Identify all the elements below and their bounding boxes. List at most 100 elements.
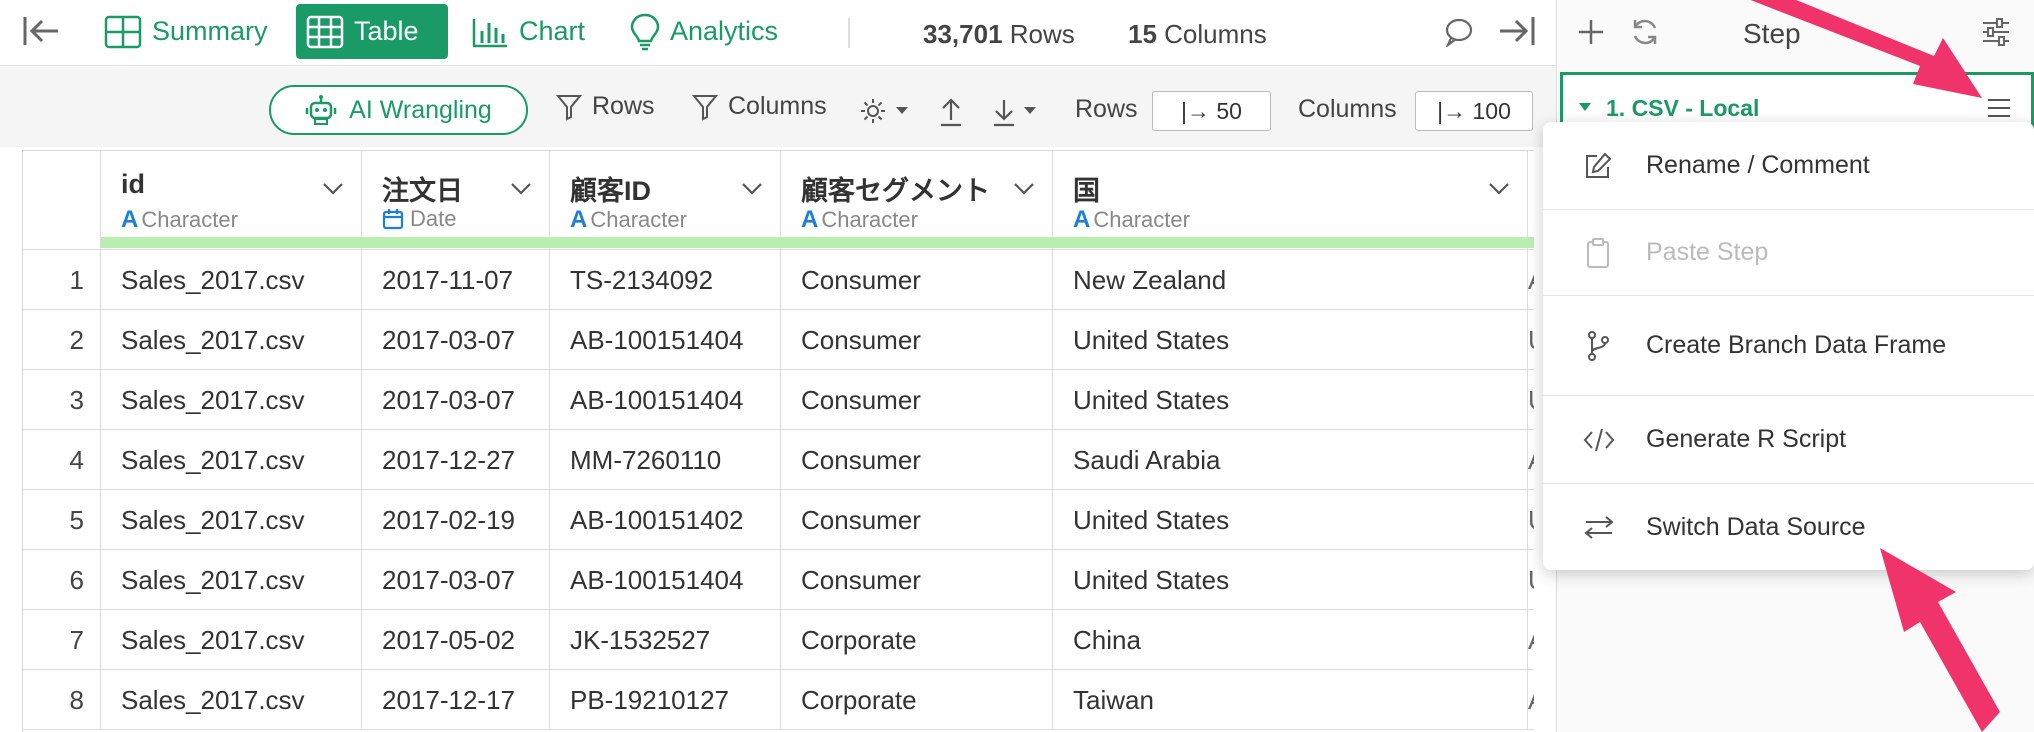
refresh-icon[interactable] [1629,16,1661,53]
table-row[interactable]: 5 Sales_2017.csv 2017-02-19 AB-100151402 Con… [23,490,1534,550]
caret-down-icon[interactable] [1578,100,1592,118]
comment-icon[interactable] [1444,17,1474,52]
table-cell[interactable]: Consumer [781,490,1053,550]
columns-filter-button[interactable]: Columns [692,92,827,121]
table-cell[interactable]: A [1528,610,1534,670]
table-cell[interactable]: AB-100151404 [550,310,781,370]
table-cell[interactable]: United States [1053,370,1528,430]
table-row[interactable]: 7 Sales_2017.csv 2017-05-02 JK-1532527 Corpo… [23,610,1534,670]
table-cell[interactable]: PB-19210127 [550,670,781,730]
menu-item-paste-step[interactable]: Paste Step [1543,210,2034,296]
table-row[interactable]: 1 Sales_2017.csv 2017-11-07 TS-2134092 Consu… [23,250,1534,310]
chevron-down-icon[interactable] [509,181,533,197]
table-cell[interactable]: Sales_2017.csv [101,310,362,370]
table-cell[interactable]: Sales_2017.csv [101,370,362,430]
table-cell[interactable]: JK-1532527 [550,610,781,670]
add-step-icon[interactable] [1575,16,1607,53]
table-cell[interactable]: 2017-03-07 [362,550,550,610]
table-cell[interactable]: Consumer [781,430,1053,490]
table-cell[interactable]: AB-100151404 [550,370,781,430]
table-cell[interactable]: Consumer [781,550,1053,610]
table-row[interactable]: 2 Sales_2017.csv 2017-03-07 AB-100151404 Con… [23,310,1534,370]
table-row[interactable]: 4 Sales_2017.csv 2017-12-27 MM-7260110 Consu… [23,430,1534,490]
tab-table[interactable]: Table [296,4,448,59]
table-cell[interactable]: Sales_2017.csv [101,550,362,610]
table-row[interactable]: 6 Sales_2017.csv 2017-03-07 AB-100151404 Con… [23,550,1534,610]
rows-filter-button[interactable]: Rows [556,92,655,121]
download-dropdown[interactable] [992,97,1040,132]
menu-item-generate-r-script[interactable]: Generate R Script [1543,396,2034,484]
lightbulb-icon [630,13,660,50]
rows-limit-input[interactable]: |→ 50 [1152,91,1271,131]
table-cell[interactable]: 2017-03-07 [362,310,550,370]
table-cell[interactable]: AB-100151404 [550,550,781,610]
table-cell[interactable]: MM-7260110 [550,430,781,490]
upload-icon[interactable] [939,97,963,132]
table-cell[interactable]: U [1528,550,1534,610]
character-type-icon: A [570,206,588,233]
table-cell[interactable]: 2017-12-27 [362,430,550,490]
table-cell[interactable]: New Zealand [1053,250,1528,310]
table-cell[interactable]: A [1528,430,1534,490]
menu-item-create-branch[interactable]: Create Branch Data Frame [1543,296,2034,396]
column-header[interactable]: 国 A Character [1053,151,1528,250]
table-cell[interactable]: Sales_2017.csv [101,430,362,490]
table-cell[interactable]: Consumer [781,250,1053,310]
table-cell[interactable]: Saudi Arabia [1053,430,1528,490]
table-cell[interactable]: AB-100151402 [550,490,781,550]
table-cell[interactable]: United States [1053,490,1528,550]
ai-wrangling-label: AI Wrangling [349,95,492,124]
table-cell[interactable]: Sales_2017.csv [101,490,362,550]
table-cell[interactable]: Corporate [781,670,1053,730]
table-cell[interactable]: U [1528,310,1534,370]
table-cell[interactable]: Corporate [781,610,1053,670]
table-cell[interactable]: Sales_2017.csv [101,610,362,670]
settings-dropdown[interactable] [860,97,916,132]
table-cell[interactable]: United States [1053,550,1528,610]
table-cell[interactable]: 2017-02-19 [362,490,550,550]
table-cell[interactable]: Taiwan [1053,670,1528,730]
table-cell[interactable]: China [1053,610,1528,670]
column-header[interactable]: id A Character [101,151,362,250]
column-header[interactable]: 注文日 Date [362,151,550,250]
table-cell[interactable]: 2017-12-17 [362,670,550,730]
row-index: 5 [23,490,101,550]
menu-item-rename-comment[interactable]: Rename / Comment [1543,122,2034,210]
tab-summary-label: Summary [152,16,268,46]
table-cell[interactable]: Sales_2017.csv [101,670,362,730]
table-cell[interactable]: Sales_2017.csv [101,250,362,310]
tab-chart[interactable]: Chart [461,4,595,59]
ai-wrangling-button[interactable]: AI Wrangling [269,85,528,135]
chevron-down-icon[interactable] [1012,181,1036,197]
table-cell[interactable]: United States [1053,310,1528,370]
column-header[interactable]: 顧客セグメント A Character [781,151,1053,250]
tab-summary[interactable]: Summary [94,4,278,59]
columns-limit-input[interactable]: |→ 100 [1415,91,1533,131]
collapse-left-icon[interactable] [22,14,60,53]
column-name: 顧客ID [570,176,651,206]
table-icon [306,15,344,48]
table-cell[interactable]: A [1528,250,1534,310]
table-cell[interactable]: Consumer [781,310,1053,370]
chevron-down-icon[interactable] [740,181,764,197]
table-row[interactable]: 8 Sales_2017.csv 2017-12-17 PB-19210127 Corp… [23,670,1534,730]
table-cell[interactable]: Consumer [781,370,1053,430]
code-icon [1583,428,1615,451]
expand-right-icon[interactable] [1498,14,1536,53]
table-cell[interactable]: A [1528,670,1534,730]
column-name: 顧客セグメント [801,176,990,206]
tab-analytics[interactable]: Analytics [620,4,788,59]
rows-filter-label: Rows [592,92,655,120]
table-cell[interactable]: U [1528,490,1534,550]
table-cell[interactable]: 2017-11-07 [362,250,550,310]
chevron-down-icon[interactable] [321,181,345,197]
column-header-partial [1528,151,1534,250]
table-cell[interactable]: U [1528,370,1534,430]
table-cell[interactable]: 2017-05-02 [362,610,550,670]
bar-chart-icon [472,18,507,47]
chevron-down-icon[interactable] [1487,181,1511,197]
column-header[interactable]: 顧客ID A Character [550,151,781,250]
table-row[interactable]: 3 Sales_2017.csv 2017-03-07 AB-100151404 Con… [23,370,1534,430]
table-cell[interactable]: TS-2134092 [550,250,781,310]
table-cell[interactable]: 2017-03-07 [362,370,550,430]
